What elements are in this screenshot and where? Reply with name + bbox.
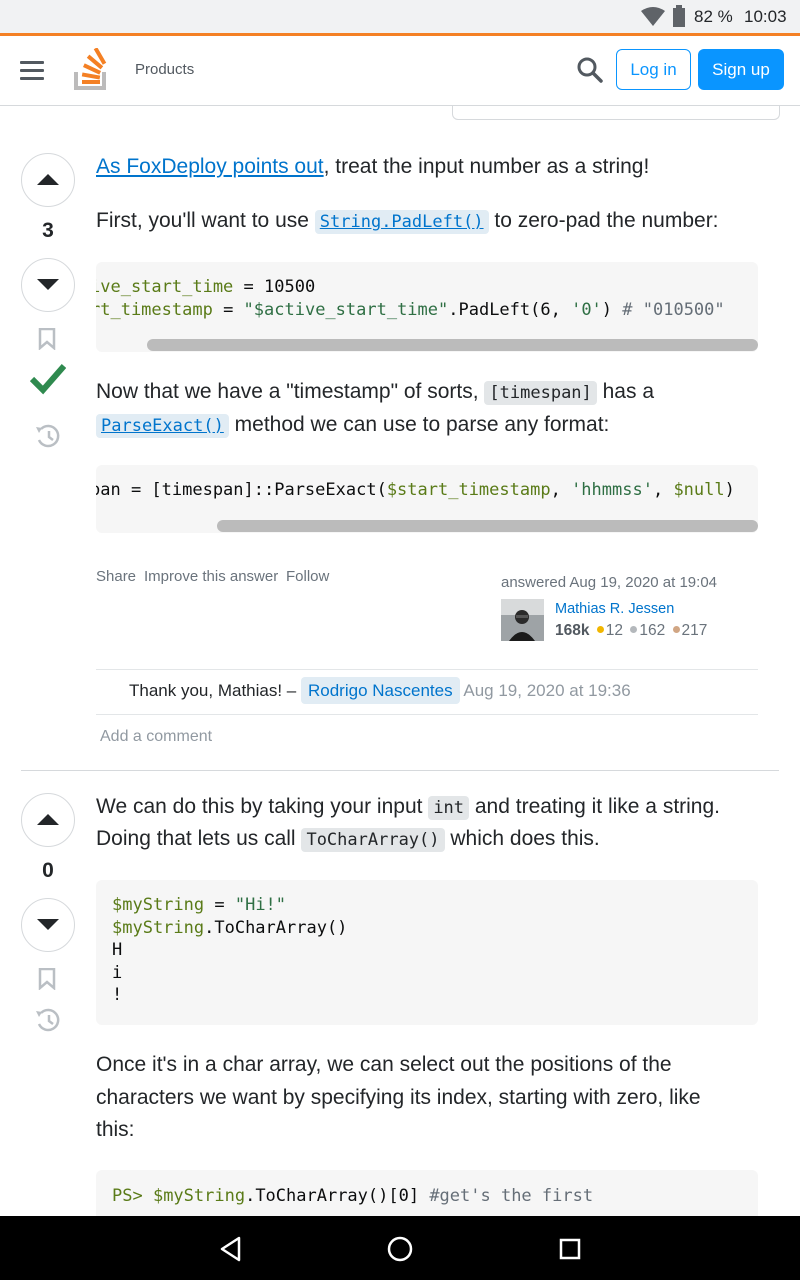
wifi-icon bbox=[641, 7, 665, 26]
follow-link[interactable]: Follow bbox=[286, 568, 329, 585]
answer2-paragraph1: We can do this by taking your input int … bbox=[96, 791, 786, 824]
user-reputation: 168k 12 162 217 bbox=[555, 622, 707, 640]
answer1-paragraph3-line2: ParseExact() method we can use to parse … bbox=[96, 409, 786, 442]
downvote-button[interactable] bbox=[21, 898, 75, 952]
hamburger-menu-icon[interactable] bbox=[20, 61, 44, 85]
a2-p2-line3: this: bbox=[96, 1118, 135, 1141]
downvote-arrow-icon bbox=[37, 279, 59, 290]
gold-badge-icon bbox=[596, 626, 604, 633]
history-icon[interactable] bbox=[34, 1007, 62, 1033]
comments-bottom-divider bbox=[96, 714, 758, 715]
padleft-code-link[interactable]: String.PadLeft() bbox=[314, 210, 489, 234]
answer1-intro: As FoxDeploy points out, treat the input… bbox=[96, 151, 786, 183]
upvote-arrow-icon bbox=[37, 814, 59, 825]
battery-percent: 82 % bbox=[694, 7, 733, 26]
search-icon[interactable] bbox=[577, 57, 603, 83]
home-icon[interactable] bbox=[387, 1236, 413, 1262]
code-block-2-scrollbar[interactable] bbox=[217, 520, 758, 532]
code-block-1[interactable]: ive_start_time = 10500 rt_timestamp = "$… bbox=[96, 262, 758, 352]
user-name-link[interactable]: Mathias R. Jessen bbox=[555, 601, 674, 617]
tochararray-code: ToCharArray() bbox=[301, 828, 445, 852]
foxdeploy-link[interactable]: As FoxDeploy points out bbox=[96, 155, 324, 178]
downvote-arrow-icon bbox=[37, 919, 59, 930]
recents-icon[interactable] bbox=[559, 1238, 581, 1260]
improve-answer-link[interactable]: Improve this answer bbox=[144, 568, 278, 585]
stackoverflow-logo-icon[interactable] bbox=[74, 48, 110, 90]
signup-button[interactable]: Sign up bbox=[698, 49, 784, 90]
upvote-button[interactable] bbox=[21, 153, 75, 207]
answer1-paragraph2: First, you'll want to use String.PadLeft… bbox=[96, 205, 786, 238]
p3-text-c: method we can use to parse any format: bbox=[234, 413, 610, 436]
gold-badge-count: 12 bbox=[605, 622, 624, 639]
comment-timestamp: Aug 19, 2020 at 19:36 bbox=[463, 681, 631, 700]
battery-icon bbox=[673, 5, 685, 27]
code-block-3[interactable]: $myString = "Hi!" $myString.ToCharArray(… bbox=[96, 880, 758, 1025]
a2-text-b: and treating it like a string. bbox=[474, 795, 721, 818]
timespan-code: [timespan] bbox=[484, 381, 597, 405]
upvote-arrow-icon bbox=[37, 174, 59, 185]
answered-timestamp: answered Aug 19, 2020 at 19:04 bbox=[501, 574, 718, 591]
answer-separator bbox=[21, 770, 779, 771]
bookmark-icon[interactable] bbox=[38, 968, 56, 990]
downvote-button[interactable] bbox=[21, 258, 75, 312]
comments-top-divider bbox=[96, 669, 758, 670]
a2-p2-line1: Once it's in a char array, we can select… bbox=[96, 1053, 672, 1076]
bookmark-icon[interactable] bbox=[38, 328, 56, 350]
products-link[interactable]: Products bbox=[135, 61, 194, 78]
p2-text-a: First, you'll want to use bbox=[96, 209, 309, 232]
previous-comment-box-edge bbox=[452, 106, 780, 120]
upvote-button[interactable] bbox=[21, 793, 75, 847]
code-block-1-text: ive_start_time = 10500 rt_timestamp = "$… bbox=[96, 277, 725, 320]
reputation-score: 168k bbox=[555, 622, 590, 639]
int-code: int bbox=[428, 796, 470, 820]
intro-text: , treat the input number as a string! bbox=[323, 155, 650, 178]
answer2-paragraph1-line2: Doing that lets us call ToCharArray() wh… bbox=[96, 823, 786, 856]
answer1-paragraph3: Now that we have a "timestamp" of sorts,… bbox=[96, 376, 786, 409]
clock: 10:03 bbox=[744, 7, 787, 26]
a2-text-c: Doing that lets us call bbox=[96, 827, 296, 850]
silver-badge-count: 162 bbox=[639, 622, 666, 639]
answer2-paragraph2: Once it's in a char array, we can select… bbox=[96, 1049, 786, 1147]
history-icon[interactable] bbox=[34, 423, 62, 449]
code-block-1-scrollbar[interactable] bbox=[147, 339, 758, 351]
user-avatar[interactable] bbox=[501, 599, 544, 641]
a2-text-d: which does this. bbox=[450, 827, 600, 850]
vote-count: 3 bbox=[42, 219, 54, 242]
bronze-badge-count: 217 bbox=[681, 622, 708, 639]
code-block-2-text: pan = [timespan]::ParseExact($start_time… bbox=[96, 480, 735, 500]
comment-row: Thank you, Mathias! – Rodrigo Nascentes … bbox=[129, 677, 631, 704]
code-block-2[interactable]: pan = [timespan]::ParseExact($start_time… bbox=[96, 465, 758, 533]
comment-user-link[interactable]: Rodrigo Nascentes bbox=[301, 677, 460, 704]
p3-text-a: Now that we have a "timestamp" of sorts, bbox=[96, 380, 479, 403]
p2-text-b: to zero-pad the number: bbox=[494, 209, 719, 232]
android-nav-bar bbox=[0, 1216, 800, 1280]
p3-text-b: has a bbox=[602, 380, 654, 403]
accepted-checkmark-icon bbox=[30, 364, 66, 395]
code-block-3-text: $myString = "Hi!" $myString.ToCharArray(… bbox=[112, 895, 348, 1005]
add-comment-link[interactable]: Add a comment bbox=[100, 728, 212, 746]
comment-text: Thank you, Mathias! – bbox=[129, 681, 297, 700]
code-block-4-text: PS> $myString.ToCharArray()[0] #get's th… bbox=[112, 1186, 594, 1206]
silver-badge-icon bbox=[630, 626, 638, 633]
a2-text-a: We can do this by taking your input bbox=[96, 795, 423, 818]
bronze-badge-icon bbox=[672, 626, 680, 633]
parseexact-code-link[interactable]: ParseExact() bbox=[96, 414, 229, 438]
a2-p2-line2: characters we want by specifying its ind… bbox=[96, 1085, 701, 1109]
status-bar: 82 % 10:03 bbox=[0, 0, 800, 33]
login-button[interactable]: Log in bbox=[616, 49, 691, 90]
back-icon[interactable] bbox=[219, 1236, 243, 1262]
share-link[interactable]: Share bbox=[96, 568, 136, 585]
vote-count: 0 bbox=[42, 859, 54, 882]
